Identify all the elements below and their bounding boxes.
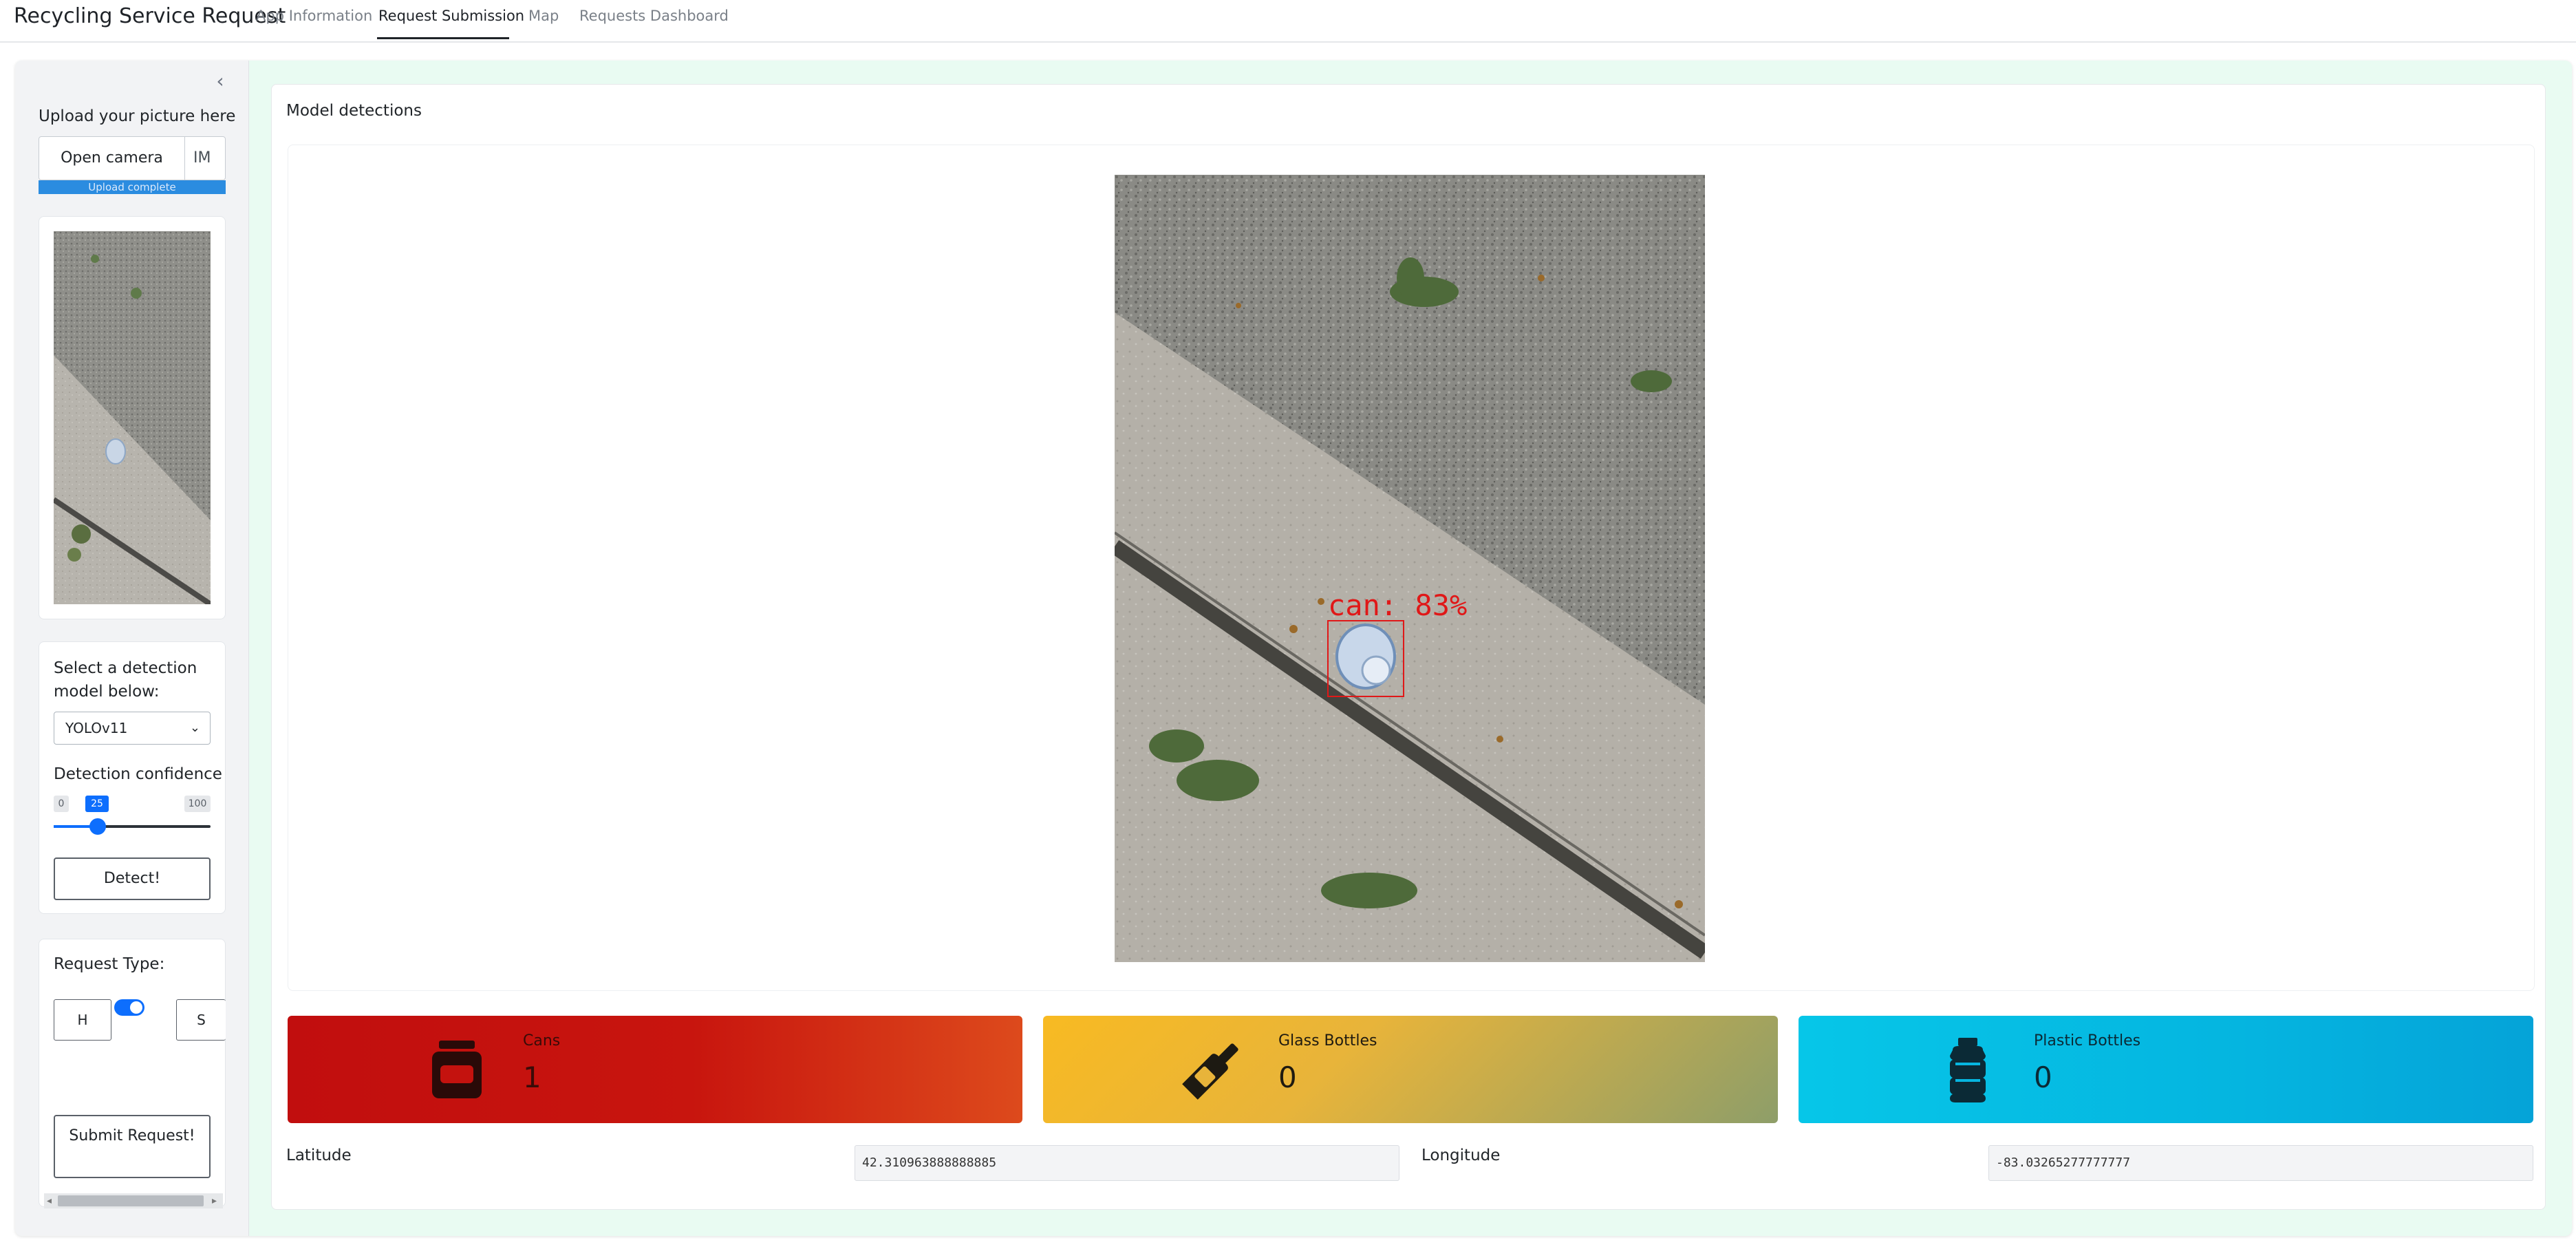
bottle-water-icon (1950, 1038, 1986, 1102)
plastic-bottles-count: 0 (2034, 1061, 2052, 1094)
submit-request-button[interactable]: Submit Request! (54, 1115, 211, 1178)
request-type-s-button[interactable]: S (176, 999, 226, 1041)
upload-filename[interactable]: IM (193, 137, 211, 180)
plastic-bottles-title: Plastic Bottles (2034, 1032, 2141, 1049)
tab-map[interactable]: Map (528, 6, 559, 26)
chevron-down-icon: ⌄ (189, 721, 200, 735)
latitude-field[interactable]: 42.310963888888885 (855, 1145, 1399, 1181)
tab-requests-dashboard[interactable]: Requests Dashboard (579, 6, 729, 26)
plastic-bottles-value-box: Plastic Bottles 0 (1799, 1016, 2533, 1123)
glass-bottles-title: Glass Bottles (1278, 1032, 1377, 1049)
glass-bottles-count: 0 (1278, 1061, 1297, 1094)
cans-value-box: Cans 1 (288, 1016, 1022, 1123)
request-type-h-button[interactable]: H (54, 999, 111, 1041)
longitude-field[interactable]: -83.03265277777777 (1988, 1145, 2533, 1181)
tab-request-submission[interactable]: Request Submission (378, 6, 524, 26)
wine-bottle-icon (1182, 1043, 1238, 1100)
app-title: Recycling Service Request (14, 4, 286, 28)
detection-label: can: 83% (1328, 588, 1467, 622)
detect-button[interactable]: Detect! (54, 857, 211, 900)
sidebar-horizontal-scrollbar[interactable]: ◂ ▸ (44, 1193, 223, 1208)
scroll-left-icon[interactable]: ◂ (47, 1193, 52, 1208)
slider-max-label: 100 (184, 796, 211, 812)
detection-result-image: can: 83% (1115, 175, 1705, 962)
longitude-label: Longitude (1421, 1147, 1501, 1164)
model-detections-title: Model detections (286, 102, 422, 120)
jar-icon (432, 1041, 482, 1098)
glass-bottles-value-box: Glass Bottles 0 (1043, 1016, 1778, 1123)
open-camera-button[interactable]: Open camera (39, 137, 185, 180)
latitude-label: Latitude (286, 1147, 352, 1164)
cans-title: Cans (523, 1032, 561, 1049)
top-navbar: Recycling Service Request App Informatio… (0, 0, 2576, 43)
upload-progress-bar: Upload complete (39, 180, 226, 194)
uploaded-image-preview (54, 231, 211, 604)
model-select-label: Select a detection model below: (54, 659, 197, 701)
collapse-sidebar-icon[interactable]: ‹ (208, 69, 233, 94)
model-select[interactable]: YOLOv11 ⌄ (54, 712, 211, 745)
scroll-right-icon[interactable]: ▸ (212, 1193, 217, 1208)
cans-count: 1 (523, 1061, 541, 1094)
confidence-slider-handle[interactable] (89, 818, 106, 835)
model-select-value: YOLOv11 (65, 720, 128, 736)
request-type-label: Request Type: (54, 955, 165, 973)
tab-app-information[interactable]: App Information (256, 6, 372, 26)
slider-value-label: 25 (85, 796, 109, 812)
active-tab-indicator (377, 37, 509, 39)
upload-label: Upload your picture here (39, 107, 236, 125)
request-type-toggle[interactable] (114, 999, 144, 1016)
upload-input-group: Open camera IM (39, 136, 226, 180)
slider-min-label: 0 (54, 796, 69, 812)
confidence-label: Detection confidence (54, 765, 222, 783)
scrollbar-thumb[interactable] (58, 1195, 204, 1206)
